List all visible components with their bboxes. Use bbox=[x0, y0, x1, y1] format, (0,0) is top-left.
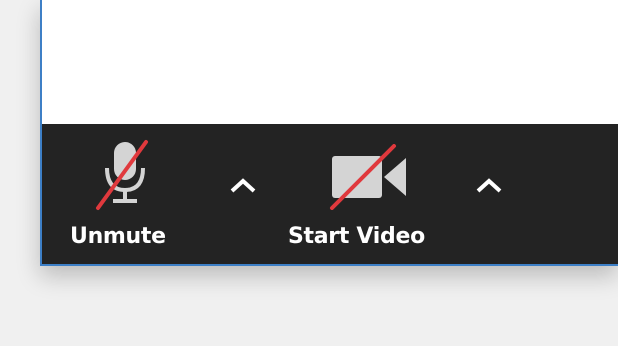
unmute-label: Unmute bbox=[70, 224, 166, 249]
unmute-button[interactable]: Unmute bbox=[70, 124, 200, 264]
microphone-muted-icon bbox=[94, 138, 158, 212]
audio-options-chevron-up-icon[interactable] bbox=[224, 170, 262, 200]
video-camera-off-icon bbox=[328, 144, 412, 210]
start-video-button[interactable]: Start Video bbox=[288, 124, 458, 264]
meeting-controls-toolbar: Unmute Start Video bbox=[42, 124, 618, 264]
video-options-chevron-up-icon[interactable] bbox=[470, 170, 508, 200]
meeting-window: Unmute Start Video bbox=[40, 0, 618, 266]
start-video-label: Start Video bbox=[288, 224, 425, 249]
